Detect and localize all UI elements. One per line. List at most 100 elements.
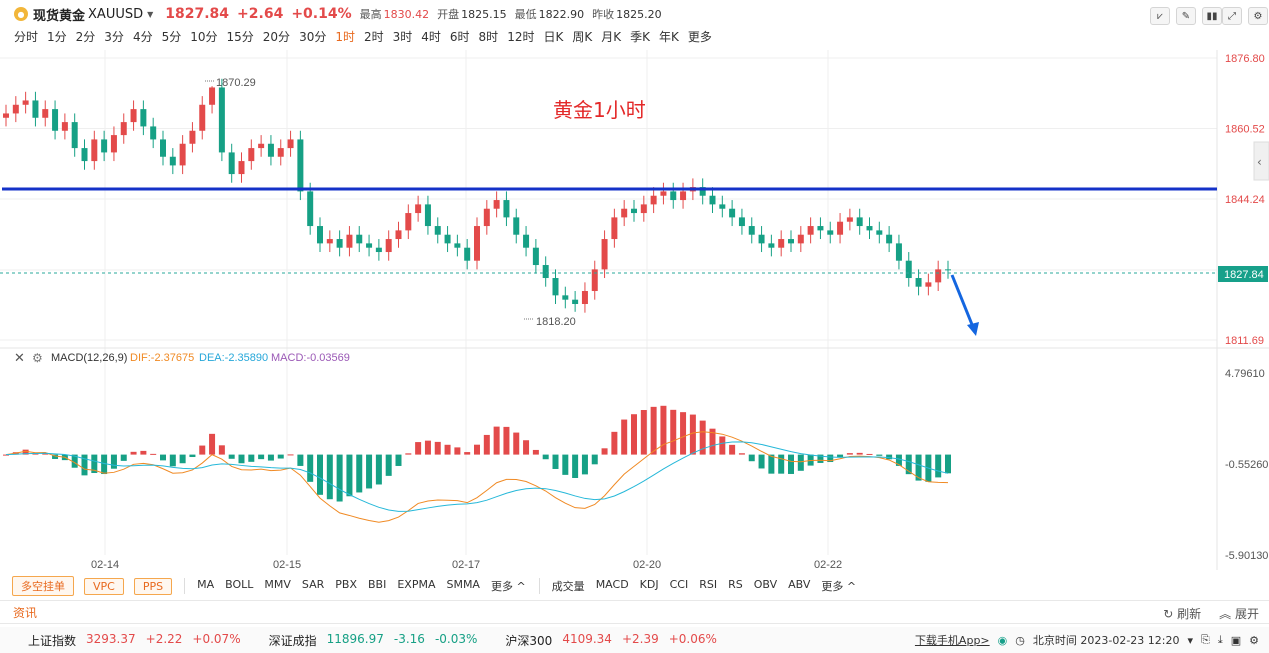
download-icon[interactable]: ⤓	[1218, 633, 1223, 647]
sub-indicator-item[interactable]: 成交量	[552, 578, 585, 594]
candle-body	[945, 269, 951, 271]
sub-indicator-item[interactable]: RS	[728, 578, 743, 594]
macd-bar	[199, 445, 206, 455]
period-tab[interactable]: 20分	[263, 28, 290, 45]
pps-button[interactable]: PPS	[133, 577, 173, 595]
order-book-button[interactable]: 多空挂单	[12, 576, 74, 596]
news-tab[interactable]: 资讯	[13, 604, 37, 621]
expand-button[interactable]: ︽ 展开	[1219, 605, 1259, 622]
period-tab[interactable]: 年K	[659, 28, 679, 45]
macd-bar	[267, 454, 274, 461]
download-app-link[interactable]: 下载手机App>	[915, 632, 990, 648]
sub-indicator-item[interactable]: OBV	[754, 578, 777, 594]
main-indicator-item[interactable]: BBI	[368, 578, 386, 594]
candle-body	[895, 243, 902, 261]
vpc-button[interactable]: VPC	[84, 577, 124, 595]
period-tab[interactable]: 日K	[543, 28, 563, 45]
period-tab[interactable]: 3时	[393, 28, 413, 45]
macd-bar	[591, 454, 598, 465]
candle-body	[464, 247, 471, 261]
expand-icon[interactable]: ⤢	[1222, 7, 1242, 25]
period-tab[interactable]: 30分	[299, 28, 326, 45]
price-chart[interactable]: 黄金1小时 1870.29 1818.20 1876.80 1860.52 1844…	[0, 50, 1269, 570]
candle-body	[621, 208, 628, 218]
sub-indicator-item[interactable]: 更多 ^	[821, 578, 856, 594]
period-tab[interactable]: 季K	[630, 28, 650, 45]
period-tab[interactable]: 1时	[335, 28, 355, 45]
draw-pen-icon[interactable]: ✎	[1176, 7, 1196, 25]
main-indicator-item[interactable]: EXPMA	[397, 578, 435, 594]
period-tab[interactable]: 更多	[688, 28, 712, 45]
macd-bar	[385, 454, 392, 476]
settings-icon[interactable]: ⚙	[1248, 7, 1268, 25]
candle-body	[101, 139, 108, 153]
symbol-name[interactable]: 现货黄金	[33, 5, 85, 24]
chart-type-icon[interactable]: ⩗	[1150, 7, 1170, 25]
candle-body	[454, 243, 461, 248]
candle-body	[179, 143, 186, 166]
candle-style-icon[interactable]: ▮▮	[1202, 7, 1222, 25]
candle-body	[611, 217, 618, 240]
period-tab[interactable]: 月K	[601, 28, 621, 45]
period-tab[interactable]: 2分	[76, 28, 96, 45]
candle-body	[258, 143, 265, 149]
macd-bar	[209, 433, 216, 455]
period-tab[interactable]: 4时	[421, 28, 441, 45]
main-indicator-item[interactable]: 更多 ^	[491, 578, 526, 594]
macd-axis-label: 4.79610	[1225, 368, 1265, 380]
macd-bar	[631, 414, 637, 455]
main-indicator-item[interactable]: SAR	[302, 578, 324, 594]
macd-bar	[689, 414, 696, 455]
sub-indicator-item[interactable]: CCI	[670, 578, 689, 594]
period-tab[interactable]: 15分	[227, 28, 254, 45]
close-indicator-icon[interactable]: ✕	[14, 351, 25, 366]
attach-icon[interactable]: ⎘	[1201, 633, 1210, 647]
macd-bar	[405, 453, 412, 455]
symbol-code[interactable]: XAUUSD	[88, 7, 143, 22]
beijing-time[interactable]: 北京时间 2023-02-23 12:20	[1033, 632, 1180, 648]
main-indicator-item[interactable]: MA	[197, 578, 214, 594]
main-indicator-item[interactable]: MMV	[264, 578, 291, 594]
main-indicator-item[interactable]: BOLL	[225, 578, 253, 594]
refresh-button[interactable]: ↻ 刷新	[1163, 605, 1201, 622]
candle-body	[474, 226, 480, 261]
candle-body	[140, 109, 147, 127]
period-tab[interactable]: 4分	[133, 28, 153, 45]
chevron-left-icon[interactable]: ‹	[1257, 155, 1262, 169]
period-tab[interactable]: 2时	[364, 28, 384, 45]
indicator-bar: 多空挂单 VPC PPS MA BOLL MMV SAR PBX BBI EXPMA SMMA…	[0, 574, 1269, 598]
main-indicator-item[interactable]: SMMA	[446, 578, 480, 594]
date-tick-label: 02-22	[814, 559, 842, 570]
period-tab[interactable]: 10分	[190, 28, 217, 45]
indicator-settings-icon[interactable]: ⚙	[32, 351, 43, 365]
sub-indicator-item[interactable]: KDJ	[640, 578, 659, 594]
period-tab[interactable]: 周K	[572, 28, 592, 45]
period-tab[interactable]: 8时	[479, 28, 499, 45]
period-tab[interactable]: 3分	[104, 28, 124, 45]
period-tab[interactable]: 1分	[47, 28, 67, 45]
chevron-down-icon[interactable]: ▾	[1188, 634, 1194, 647]
macd-bar	[415, 442, 422, 455]
gold-coin-icon: ●	[14, 7, 28, 21]
candle-body	[22, 100, 29, 105]
candle-body	[434, 226, 441, 235]
sub-indicator-item[interactable]: ABV	[788, 578, 810, 594]
candle-body	[758, 234, 765, 244]
sub-indicator-item[interactable]: MACD	[596, 578, 629, 594]
index-pct: +0.07%	[192, 631, 241, 646]
sub-indicator-item[interactable]: RSI	[699, 578, 717, 594]
candle-body	[483, 208, 490, 227]
chevron-down-icon[interactable]: ▼	[147, 10, 153, 19]
settings-icon[interactable]: ⚙	[1249, 634, 1259, 647]
macd-bar	[238, 454, 245, 464]
screenshot-icon[interactable]: ▣	[1231, 634, 1241, 647]
index-value: 3293.37	[86, 631, 136, 646]
period-tab[interactable]: 12时	[507, 28, 534, 45]
period-tab[interactable]: 分时	[14, 28, 38, 45]
macd-bar	[395, 454, 402, 466]
macd-bar	[572, 454, 579, 478]
candle-body	[709, 195, 716, 205]
main-indicator-item[interactable]: PBX	[335, 578, 357, 594]
period-tab[interactable]: 5分	[162, 28, 182, 45]
period-tab[interactable]: 6时	[450, 28, 470, 45]
